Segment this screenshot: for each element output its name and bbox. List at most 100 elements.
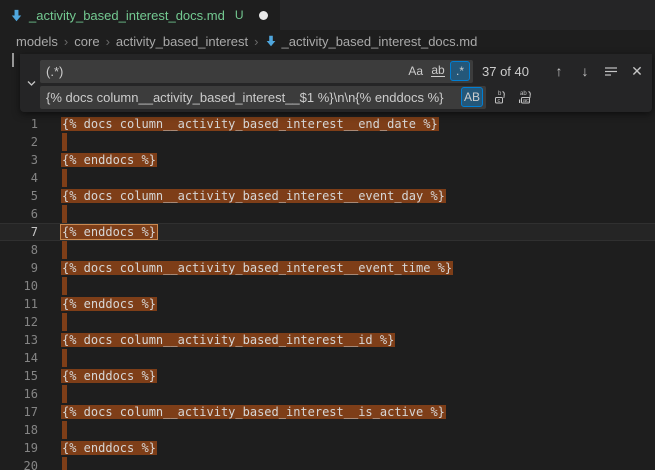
line-number[interactable]: 12 [0, 313, 38, 331]
breadcrumb-item-models[interactable]: models [16, 34, 58, 49]
chevron-right-icon: › [106, 34, 110, 49]
breadcrumb-item-folder[interactable]: activity_based_interest [116, 34, 248, 49]
replace-button[interactable]: b c [490, 86, 512, 108]
find-match: {% enddocs %} [61, 369, 157, 383]
line-number[interactable]: 18 [0, 421, 38, 439]
line-content [62, 349, 67, 367]
code-line[interactable]: 15 {% enddocs %} [0, 367, 655, 385]
code-line[interactable]: 11 {% enddocs %} [0, 295, 655, 313]
code-line[interactable]: 8 [0, 241, 655, 259]
line-content [62, 457, 67, 470]
breadcrumb: models › core › activity_based_interest … [0, 30, 655, 52]
find-match: {% enddocs %} [61, 297, 157, 311]
vscode-editor-window: _activity_based_interest_docs.md U model… [0, 0, 655, 470]
find-match: {% enddocs %} [61, 153, 157, 167]
breadcrumb-item-file[interactable]: _activity_based_interest_docs.md [282, 34, 478, 49]
line-number[interactable]: 10 [0, 277, 38, 295]
unsaved-changes-dot[interactable] [259, 11, 268, 20]
line-number[interactable]: 3 [0, 151, 38, 169]
line-number[interactable]: 17 [0, 403, 38, 421]
find-match: {% docs column__activity_based_interest_… [61, 117, 439, 131]
line-number[interactable]: 11 [0, 295, 38, 313]
preserve-case-label: AB [464, 90, 480, 104]
code-line[interactable]: 9 {% docs column__activity_based_interest… [0, 259, 655, 277]
find-match-empty-line [62, 133, 67, 151]
find-query-text: (.*) [46, 64, 403, 79]
line-number[interactable]: 4 [0, 169, 38, 187]
code-line[interactable]: 10 [0, 277, 655, 295]
replace-input[interactable]: {% docs column__activity_based_interest_… [40, 86, 486, 109]
code-line[interactable]: 3 {% enddocs %} [0, 151, 655, 169]
find-match-empty-line [62, 349, 67, 367]
line-number[interactable]: 6 [0, 205, 38, 223]
editor-tab[interactable]: _activity_based_interest_docs.md U [0, 0, 280, 30]
svg-text:ab: ab [520, 91, 527, 97]
editor-pane[interactable]: 1{% docs column__activity_based_interest… [0, 52, 655, 470]
code-line[interactable]: 14 [0, 349, 655, 367]
find-in-selection-button[interactable] [600, 60, 622, 82]
chevron-right-icon: › [64, 34, 68, 49]
code-line[interactable]: 4 [0, 169, 655, 187]
line-number[interactable]: 14 [0, 349, 38, 367]
code-line[interactable]: 19 {% enddocs %} [0, 439, 655, 457]
previous-match-button[interactable]: ↑ [548, 60, 570, 82]
editor-cursor [12, 53, 14, 67]
find-replace-widget: (.*) Aa ab .* 37 of 40 ↑ ↓ ✕ {% docs col… [20, 54, 652, 112]
match-case-label: Aa [408, 64, 423, 78]
line-number[interactable]: 16 [0, 385, 38, 403]
line-number[interactable]: 7 [0, 223, 38, 241]
code-line[interactable]: 17 {% docs column__activity_based_interes… [0, 403, 655, 421]
line-number[interactable]: 8 [0, 241, 38, 259]
line-number[interactable]: 2 [0, 133, 38, 151]
whole-word-label: ab [431, 65, 444, 77]
code-line[interactable]: 16 [0, 385, 655, 403]
regex-toggle[interactable]: .* [450, 61, 470, 81]
find-match: {% docs column__activity_based_interest_… [61, 261, 453, 275]
code-line[interactable]: 13{% docs column__activity_based_interes… [0, 331, 655, 349]
code-line[interactable]: 20 [0, 457, 655, 470]
code-line[interactable]: 2 [0, 133, 655, 151]
find-match-empty-line [62, 385, 67, 403]
find-match: {% enddocs %} [61, 441, 157, 455]
line-number[interactable]: 1 [0, 115, 38, 133]
code-line[interactable]: 18 [0, 421, 655, 439]
next-match-button[interactable]: ↓ [574, 60, 596, 82]
line-number[interactable]: 5 [0, 187, 38, 205]
line-content: {% enddocs %} [62, 223, 156, 241]
find-input[interactable]: (.*) Aa ab .* [40, 60, 473, 83]
find-match-empty-line [62, 421, 67, 439]
find-match: {% docs column__activity_based_interest_… [61, 405, 446, 419]
line-content: {% docs column__activity_based_interest_… [62, 115, 438, 133]
line-content: {% enddocs %} [62, 295, 156, 313]
match-case-toggle[interactable]: Aa [405, 61, 426, 81]
find-match-empty-line [62, 457, 67, 470]
line-content: {% docs column__activity_based_interest_… [62, 259, 452, 277]
close-find-button[interactable]: ✕ [626, 60, 648, 82]
line-content [62, 169, 67, 187]
line-content: {% docs column__activity_based_interest_… [62, 187, 445, 205]
line-number[interactable]: 20 [0, 457, 38, 470]
line-number[interactable]: 9 [0, 259, 38, 277]
tab-bar: _activity_based_interest_docs.md U [0, 0, 655, 30]
find-match: {% docs column__activity_based_interest_… [61, 189, 446, 203]
replace-all-button[interactable]: ab ac [514, 86, 536, 108]
line-content [62, 133, 67, 151]
code-line[interactable]: 6 [0, 205, 655, 223]
chevron-right-icon: › [254, 34, 258, 49]
svg-text:ac: ac [523, 98, 529, 104]
code-line[interactable]: 7 {% enddocs %} [0, 223, 655, 241]
code-line[interactable]: 1 {% docs column__activity_based_interest… [0, 115, 655, 133]
git-status-badge: U [235, 8, 244, 22]
code-line[interactable]: 12 [0, 313, 655, 331]
breadcrumb-item-core[interactable]: core [74, 34, 99, 49]
line-number[interactable]: 13 [0, 331, 38, 349]
find-match-empty-line [62, 205, 67, 223]
line-number[interactable]: 15 [0, 367, 38, 385]
line-number[interactable]: 19 [0, 439, 38, 457]
whole-word-toggle[interactable]: ab [428, 61, 448, 81]
toggle-replace-chevron-icon[interactable] [23, 54, 40, 112]
preserve-case-toggle[interactable]: AB [461, 87, 483, 107]
line-content [62, 241, 67, 259]
find-match-empty-line [62, 313, 67, 331]
code-line[interactable]: 5 {% docs column__activity_based_interest… [0, 187, 655, 205]
